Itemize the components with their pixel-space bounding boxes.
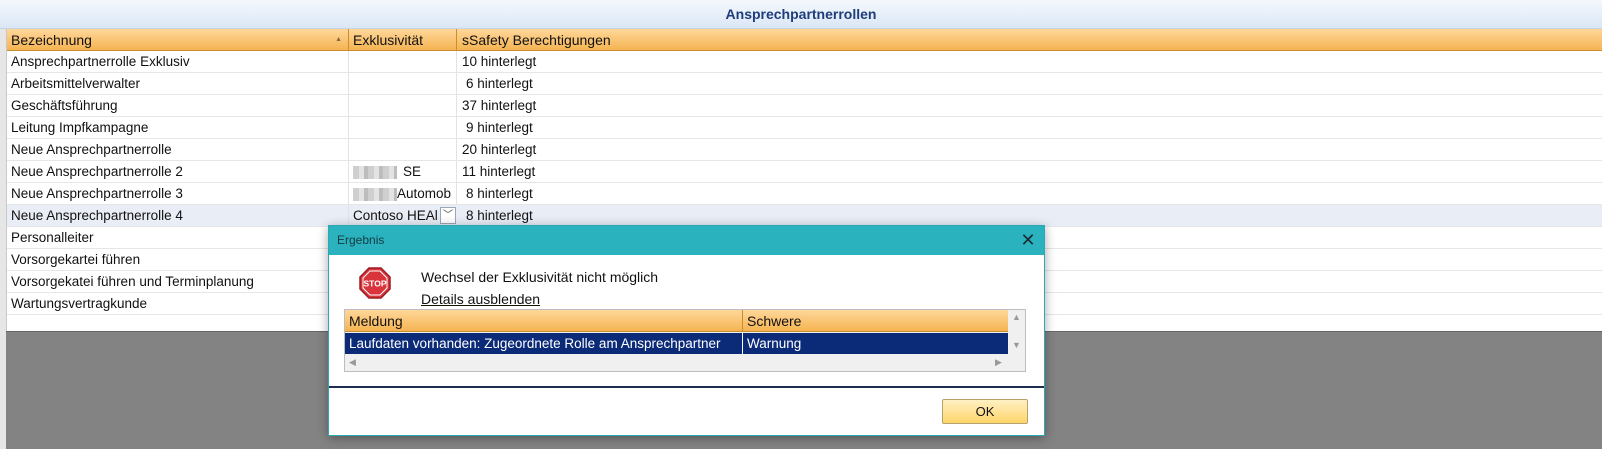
ok-button[interactable]: OK	[942, 399, 1028, 424]
cell-berechtigungen[interactable]: 10 hinterlegt	[457, 51, 857, 72]
cell-berechtigungen[interactable]: 9 hinterlegt	[457, 117, 857, 138]
table-row[interactable]: Arbeitsmittelverwalter 6 hinterlegt	[7, 73, 1602, 95]
cell-berechtigungen[interactable]: 8 hinterlegt	[457, 205, 857, 226]
exklusivitaet-combobox[interactable]: Contoso HEAl	[349, 205, 440, 226]
redacted-text	[353, 187, 397, 201]
chevron-down-icon[interactable]: ﹀	[440, 207, 456, 224]
cell-berechtigungen[interactable]: 6 hinterlegt	[457, 73, 857, 94]
cell-meldung: Laufdaten vorhanden: Zugeordnete Rolle a…	[345, 333, 743, 354]
column-header-label: Bezeichnung	[11, 32, 92, 48]
column-header-exklusivitaet[interactable]: Exklusivität	[349, 29, 457, 51]
details-table-header: Meldung Schwere	[345, 310, 1008, 332]
close-icon[interactable]: ✕	[1018, 230, 1038, 250]
horizontal-scrollbar[interactable]: ◀ ▶	[345, 354, 1008, 371]
vertical-scrollbar[interactable]: ▲ ▼	[1008, 310, 1025, 354]
cell-bezeichnung: Vorsorgekartei führen	[7, 249, 349, 270]
cell-exklusivitaet[interactable]	[349, 117, 457, 138]
column-header-schwere[interactable]: Schwere	[743, 310, 1008, 332]
cell-bezeichnung: Personalleiter	[7, 227, 349, 248]
cell-berechtigungen[interactable]: 8 hinterlegt	[457, 183, 857, 204]
table-row[interactable]: Neue Ansprechpartnerrolle 2 SE 11 hinter…	[7, 161, 1602, 183]
sort-ascending-icon: ▲	[335, 36, 342, 43]
window-title: Ansprechpartnerrollen	[0, 0, 1602, 29]
stop-icon: STOP	[359, 267, 391, 299]
scroll-down-icon[interactable]: ▼	[1012, 340, 1021, 350]
scroll-right-icon[interactable]: ▶	[995, 357, 1002, 368]
table-row[interactable]: Neue Ansprechpartnerrolle 3 Automob 8 hi…	[7, 183, 1602, 205]
cell-exklusivitaet[interactable]: SE	[349, 161, 457, 182]
cell-bezeichnung: Arbeitsmittelverwalter	[7, 73, 349, 94]
table-row[interactable]: Geschäftsführung 37 hinterlegt	[7, 95, 1602, 117]
cell-bezeichnung: Ansprechpartnerrolle Exklusiv	[7, 51, 349, 72]
dialog-separator	[329, 386, 1044, 388]
details-table-row-selected[interactable]: Laufdaten vorhanden: Zugeordnete Rolle a…	[345, 333, 1008, 354]
cell-berechtigungen[interactable]: 20 hinterlegt	[457, 139, 857, 160]
details-table: Meldung Schwere Laufdaten vorhanden: Zug…	[344, 309, 1026, 372]
error-message: Wechsel der Exklusivität nicht möglich	[421, 269, 659, 285]
cell-bezeichnung: Leitung Impfkampagne	[7, 117, 349, 138]
table-row[interactable]: Neue Ansprechpartnerrolle 20 hinterlegt	[7, 139, 1602, 161]
hide-details-link[interactable]: Details ausblenden	[421, 291, 540, 307]
cell-berechtigungen[interactable]: 11 hinterlegt	[457, 161, 857, 182]
grid-header: Bezeichnung ▲ Exklusivität sSafety Berec…	[7, 29, 1602, 51]
cell-exklusivitaet[interactable]	[349, 95, 457, 116]
result-dialog: Ergebnis ✕ STOP Wechsel der Exklusivität…	[328, 225, 1045, 436]
cell-exklusivitaet[interactable]	[349, 73, 457, 94]
stop-icon-label: STOP	[364, 279, 387, 289]
table-row-selected[interactable]: Neue Ansprechpartnerrolle 4 Contoso HEAl…	[7, 205, 1602, 227]
scroll-left-icon[interactable]: ◀	[349, 357, 356, 368]
column-header-bezeichnung[interactable]: Bezeichnung ▲	[7, 29, 349, 51]
cell-bezeichnung: Geschäftsführung	[7, 95, 349, 116]
exklusivitaet-value: Automob	[397, 186, 452, 201]
table-row[interactable]: Ansprechpartnerrolle Exklusiv 10 hinterl…	[7, 51, 1602, 73]
column-header-meldung[interactable]: Meldung	[345, 310, 743, 332]
table-row[interactable]: Leitung Impfkampagne 9 hinterlegt	[7, 117, 1602, 139]
cell-berechtigungen[interactable]: 37 hinterlegt	[457, 95, 857, 116]
redacted-text	[353, 165, 397, 179]
cell-bezeichnung: Neue Ansprechpartnerrolle 2	[7, 161, 349, 182]
cell-bezeichnung: Neue Ansprechpartnerrolle 4	[7, 205, 349, 226]
cell-exklusivitaet[interactable]: Automob	[349, 183, 457, 204]
cell-exklusivitaet[interactable]	[349, 139, 457, 160]
cell-schwere: Warnung	[747, 336, 802, 351]
dialog-title: Ergebnis	[329, 226, 1044, 255]
column-header-berechtigungen[interactable]: sSafety Berechtigungen	[457, 29, 1601, 51]
scroll-up-icon[interactable]: ▲	[1012, 312, 1021, 322]
cell-bezeichnung: Neue Ansprechpartnerrolle 3	[7, 183, 349, 204]
cell-exklusivitaet[interactable]	[349, 51, 457, 72]
cell-bezeichnung: Vorsorgekatei führen und Terminplanung	[7, 271, 349, 292]
cell-bezeichnung: Wartungsvertragkunde	[7, 293, 349, 314]
cell-bezeichnung: Neue Ansprechpartnerrolle	[7, 139, 349, 160]
exklusivitaet-value: SE	[403, 164, 422, 179]
